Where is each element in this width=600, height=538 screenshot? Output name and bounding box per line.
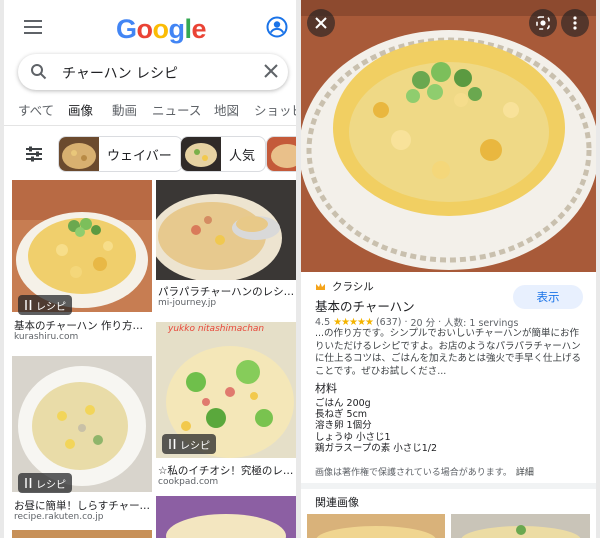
servings: 人数: 1 servings [444,318,519,329]
cook-time: 20 分 [410,318,436,329]
google-logo[interactable]: Google [116,14,207,45]
result-title[interactable]: お昼に簡単！しらすチャーハン... [14,498,152,513]
site-name: クラシル [332,281,374,293]
chip-popular[interactable]: 人気 [180,136,267,172]
result-title[interactable]: パラパラチャーハンのレシピ... [158,284,296,299]
filter-chips: ウェイバー 人気 [4,130,296,176]
tab-maps[interactable]: 地図 [214,100,239,119]
result-source: kurashiru.com [14,332,79,340]
result-card[interactable]: レシピ お昼に簡単！しらすチャーハン... recipe.rakuten.co.… [12,356,152,524]
result-card[interactable]: パラパラチャーハンのレシピ... mi-journey.jp [156,180,296,310]
result-title[interactable]: 基本のチャーハン 作り方・レ... [14,318,152,333]
recipe-title[interactable]: 基本のチャーハン [315,296,415,315]
rating-stars: ★★★★★ [333,316,374,328]
search-results-screen: Google チャーハン レシピ すべて 画像 動画 ニュース 地図 ショッピ … [4,0,296,538]
fork-knife-icon [25,478,32,488]
review-count: (637) [375,316,402,328]
account-icon[interactable] [266,16,288,38]
section-divider [301,483,596,489]
tab-images[interactable]: 画像 [68,100,93,119]
hero-image[interactable] [301,0,596,272]
ingredient-item: ごはん 200g [315,398,371,409]
rating-value: 4.5 [315,316,331,328]
chip-label: 人気 [229,148,256,164]
tab-all[interactable]: すべて [18,100,54,119]
related-image[interactable] [451,514,590,538]
more-details-link[interactable]: 詳細 [516,468,534,478]
result-card[interactable]: レシピ 基本のチャーハン 作り方・レ... kurashiru.com [12,180,152,340]
ingredient-item: 長ねぎ 5cm [315,409,368,421]
filter-icon[interactable] [16,136,52,172]
result-source: recipe.rakuten.co.jp [14,512,104,522]
related-image[interactable] [307,514,445,538]
ingredients-heading: 材料 [315,382,337,395]
result-card[interactable]: yukko nitashimachan レシピ ☆私のイチオシ！究極のレタ...… [156,322,296,490]
result-card[interactable] [156,496,296,538]
more-icon[interactable] [561,9,589,37]
recipe-badge: レシピ [162,434,216,454]
recipe-badge: レシピ [18,295,72,315]
dot-separator: · [404,316,408,328]
recipe-badge: レシピ [18,473,72,493]
ingredient-item: しょうゆ 小さじ1 [315,431,391,443]
search-input[interactable]: チャーハン レシピ [18,54,288,90]
view-button[interactable]: 表示 [513,285,583,309]
rating-row: 4.5 ★★★★★ (637) · 20 分 · 人数: 1 servings [315,315,519,330]
fork-knife-icon [25,300,32,310]
copyright-note: 画像は著作権で保護されている場合があります。 詳細 [315,465,534,478]
watermark-overlay: yukko nitashimachan [168,324,265,334]
result-card[interactable] [12,530,152,538]
image-detail-panel: クラシル 基本のチャーハン 表示 4.5 ★★★★★ (637) · 20 分 … [301,0,596,538]
search-icon [30,63,47,80]
ingredient-item: 溶き卵 1個分 [315,420,372,432]
chip-weiper[interactable]: ウェイバー [58,136,183,172]
search-query[interactable]: チャーハン レシピ [62,63,178,83]
clear-icon[interactable] [264,64,278,78]
chip-label: ウェイバー [107,148,172,164]
result-image [156,180,296,280]
copyright-text: 画像は著作権で保護されている場合があります。 [315,468,512,478]
fork-knife-icon [169,439,176,449]
result-title[interactable]: ☆私のイチオシ！究極のレタ... [158,463,296,478]
recipe-description: ...の作り方です。シンプルでおいしいチャーハンが簡単にお作りいただけるレシピで… [315,328,582,377]
close-icon[interactable] [307,9,335,37]
tab-videos[interactable]: 動画 [112,100,137,119]
ingredients-list: ごはん 200g 長ねぎ 5cm 溶き卵 1個分 しょうゆ 小さじ1 鶏ガラスー… [315,398,575,454]
result-source: cookpad.com [158,477,219,487]
chip-more[interactable] [266,136,296,172]
menu-icon[interactable] [24,20,42,34]
search-tabs: すべて 画像 動画 ニュース 地図 ショッピ [4,96,296,126]
source-site[interactable]: クラシル [315,279,374,294]
crown-icon [316,283,325,290]
tab-shopping[interactable]: ショッピ [254,100,296,119]
result-image [12,356,152,492]
lens-icon[interactable] [529,9,557,37]
tab-news[interactable]: ニュース [152,100,201,119]
result-image [12,180,152,312]
result-image [156,496,296,538]
related-images-heading: 関連画像 [315,496,359,509]
dot-separator: · [438,316,442,328]
ingredient-item: 鶏ガラスープの素 小さじ1/2 [315,442,438,454]
result-source: mi-journey.jp [158,298,217,308]
